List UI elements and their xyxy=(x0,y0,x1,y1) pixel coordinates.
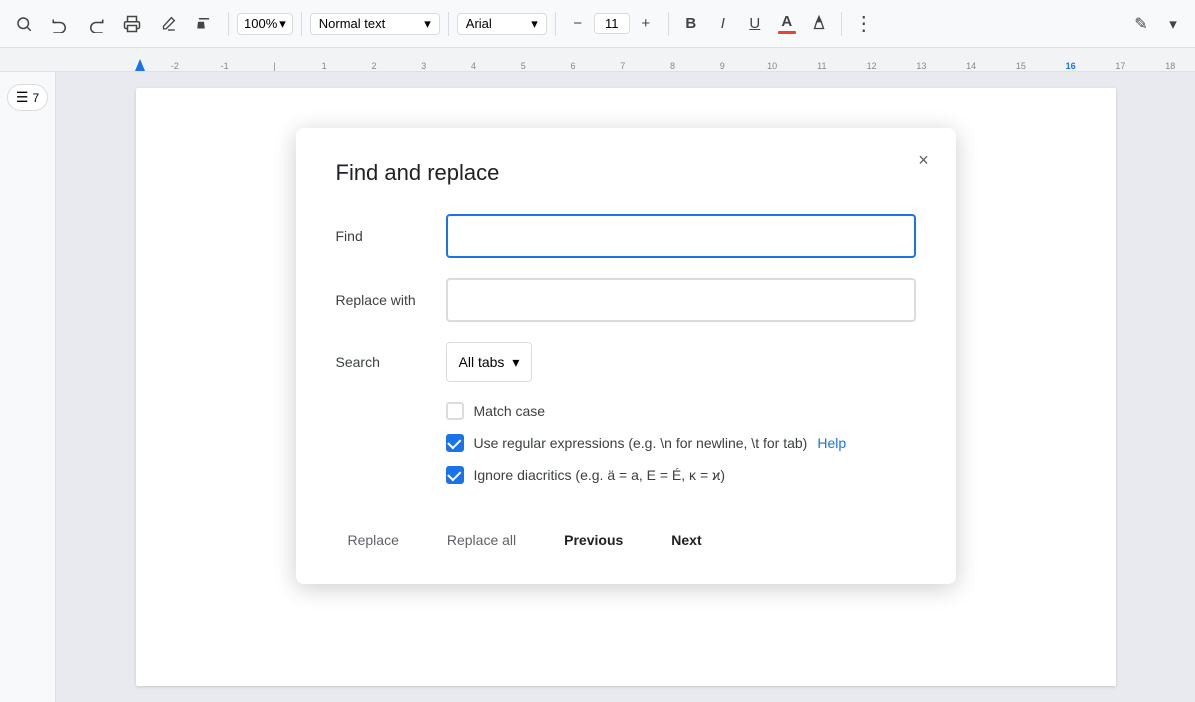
separator-6 xyxy=(841,12,842,36)
regex-label: Use regular expressions (e.g. \n for new… xyxy=(474,435,808,451)
font-size-control: − 11 + xyxy=(564,10,660,38)
paint-format-icon[interactable] xyxy=(188,8,220,40)
match-case-checkbox[interactable] xyxy=(446,402,464,420)
print-icon[interactable] xyxy=(116,8,148,40)
ruler-mark: 2 xyxy=(349,61,399,71)
replace-row: Replace with xyxy=(336,278,916,322)
ruler-mark: 15 xyxy=(996,61,1046,71)
ruler-mark: -1 xyxy=(200,61,250,71)
ruler-mark: 17 xyxy=(1096,61,1146,71)
ruler-mark: | xyxy=(250,61,300,71)
undo-icon[interactable] xyxy=(44,8,76,40)
separator-4 xyxy=(555,12,556,36)
underline-button[interactable]: U xyxy=(741,10,769,38)
close-button[interactable]: × xyxy=(908,144,940,176)
replace-input[interactable] xyxy=(446,278,916,322)
find-row: Find xyxy=(336,214,916,258)
ruler-mark: 5 xyxy=(498,61,548,71)
doc-area[interactable]: × Find and replace Find Replace with xyxy=(56,72,1195,702)
diacritics-checkbox[interactable] xyxy=(446,466,464,484)
style-value: Normal text xyxy=(319,16,385,31)
toolbar: 100% ▾ Normal text ▾ Arial ▾ − 11 + B I … xyxy=(0,0,1195,48)
outline-count: 7 xyxy=(32,91,39,105)
diacritics-label: Ignore diacritics (e.g. ä = a, E = É, κ … xyxy=(474,467,726,483)
font-size-increase[interactable]: + xyxy=(632,10,660,38)
redo-icon[interactable] xyxy=(80,8,112,40)
regex-checkbox[interactable] xyxy=(446,434,464,452)
text-color-icon: A xyxy=(781,13,792,30)
document: × Find and replace Find Replace with xyxy=(136,88,1116,686)
dialog-overlay: × Find and replace Find Replace with xyxy=(136,88,1116,686)
diacritics-row: Ignore diacritics (e.g. ä = a, E = É, κ … xyxy=(446,466,916,484)
font-select[interactable]: Arial ▾ xyxy=(457,13,547,35)
previous-button[interactable]: Previous xyxy=(552,524,635,556)
match-case-row: Match case xyxy=(446,402,916,420)
color-underline xyxy=(778,31,796,34)
edit-dropdown-icon[interactable]: ▾ xyxy=(1159,10,1187,38)
ruler-mark: -2 xyxy=(150,61,200,71)
search-dropdown-icon: ▾ xyxy=(512,354,519,371)
ruler-content: -2 -1 | 1 2 3 4 5 6 7 8 9 10 11 12 13 14… xyxy=(0,59,1195,71)
search-value: All tabs xyxy=(459,354,505,370)
ruler-mark: 11 xyxy=(797,61,847,71)
zoom-dropdown-icon: ▾ xyxy=(279,16,286,32)
zoom-value: 100% xyxy=(244,16,277,31)
ruler-mark: 6 xyxy=(548,61,598,71)
more-options-button[interactable]: ⋮ xyxy=(850,10,878,38)
highlight-button[interactable] xyxy=(805,10,833,38)
replace-label: Replace with xyxy=(336,292,446,308)
ruler-mark: 1 xyxy=(299,61,349,71)
ruler-mark: 4 xyxy=(449,61,499,71)
separator-5 xyxy=(668,12,669,36)
edit-area: ✎ ▾ xyxy=(1127,10,1187,38)
ruler-mark: 13 xyxy=(896,61,946,71)
outline-icon: ☰ xyxy=(16,89,29,106)
font-size-value[interactable]: 11 xyxy=(594,13,630,34)
search-row: Search All tabs ▾ xyxy=(336,342,916,382)
font-value: Arial xyxy=(466,16,492,31)
spellcheck-icon[interactable] xyxy=(152,8,184,40)
replace-all-button[interactable]: Replace all xyxy=(435,524,528,556)
sidebar: ☰ 7 xyxy=(0,72,56,702)
ruler-mark: 16 xyxy=(1046,61,1096,71)
style-select[interactable]: Normal text ▾ xyxy=(310,13,440,35)
bold-button[interactable]: B xyxy=(677,10,705,38)
font-size-decrease[interactable]: − xyxy=(564,10,592,38)
close-icon: × xyxy=(918,150,929,171)
replace-button[interactable]: Replace xyxy=(336,524,411,556)
content-area: ☰ 7 × Find and replace Find xyxy=(0,72,1195,702)
find-replace-dialog: × Find and replace Find Replace with xyxy=(296,128,956,584)
regex-help-link[interactable]: Help xyxy=(817,435,846,451)
ruler: -2 -1 | 1 2 3 4 5 6 7 8 9 10 11 12 13 14… xyxy=(0,48,1195,72)
dialog-title: Find and replace xyxy=(336,160,916,186)
ruler-mark: 18 xyxy=(1145,61,1195,71)
ruler-mark: 9 xyxy=(697,61,747,71)
separator-3 xyxy=(448,12,449,36)
ruler-mark: 7 xyxy=(598,61,648,71)
search-icon[interactable] xyxy=(8,8,40,40)
zoom-control[interactable]: 100% ▾ xyxy=(237,13,293,35)
text-color-button[interactable]: A xyxy=(773,10,801,38)
regex-row: Use regular expressions (e.g. \n for new… xyxy=(446,434,916,452)
ruler-mark: 3 xyxy=(399,61,449,71)
match-case-label: Match case xyxy=(474,403,546,419)
sidebar-outline-item[interactable]: ☰ 7 xyxy=(7,84,48,111)
style-dropdown-icon: ▾ xyxy=(424,16,431,32)
ruler-mark: 8 xyxy=(648,61,698,71)
ruler-mark: 14 xyxy=(946,61,996,71)
separator-1 xyxy=(228,12,229,36)
ruler-mark: 12 xyxy=(847,61,897,71)
search-select[interactable]: All tabs ▾ xyxy=(446,342,533,382)
italic-button[interactable]: I xyxy=(709,10,737,38)
font-dropdown-icon: ▾ xyxy=(531,16,538,32)
next-button[interactable]: Next xyxy=(659,524,713,556)
ruler-mark: 10 xyxy=(747,61,797,71)
edit-icon[interactable]: ✎ xyxy=(1127,10,1155,38)
dialog-footer: Replace Replace all Previous Next xyxy=(336,516,916,556)
find-input[interactable] xyxy=(446,214,916,258)
find-label: Find xyxy=(336,228,446,244)
search-label: Search xyxy=(336,354,446,370)
separator-2 xyxy=(301,12,302,36)
